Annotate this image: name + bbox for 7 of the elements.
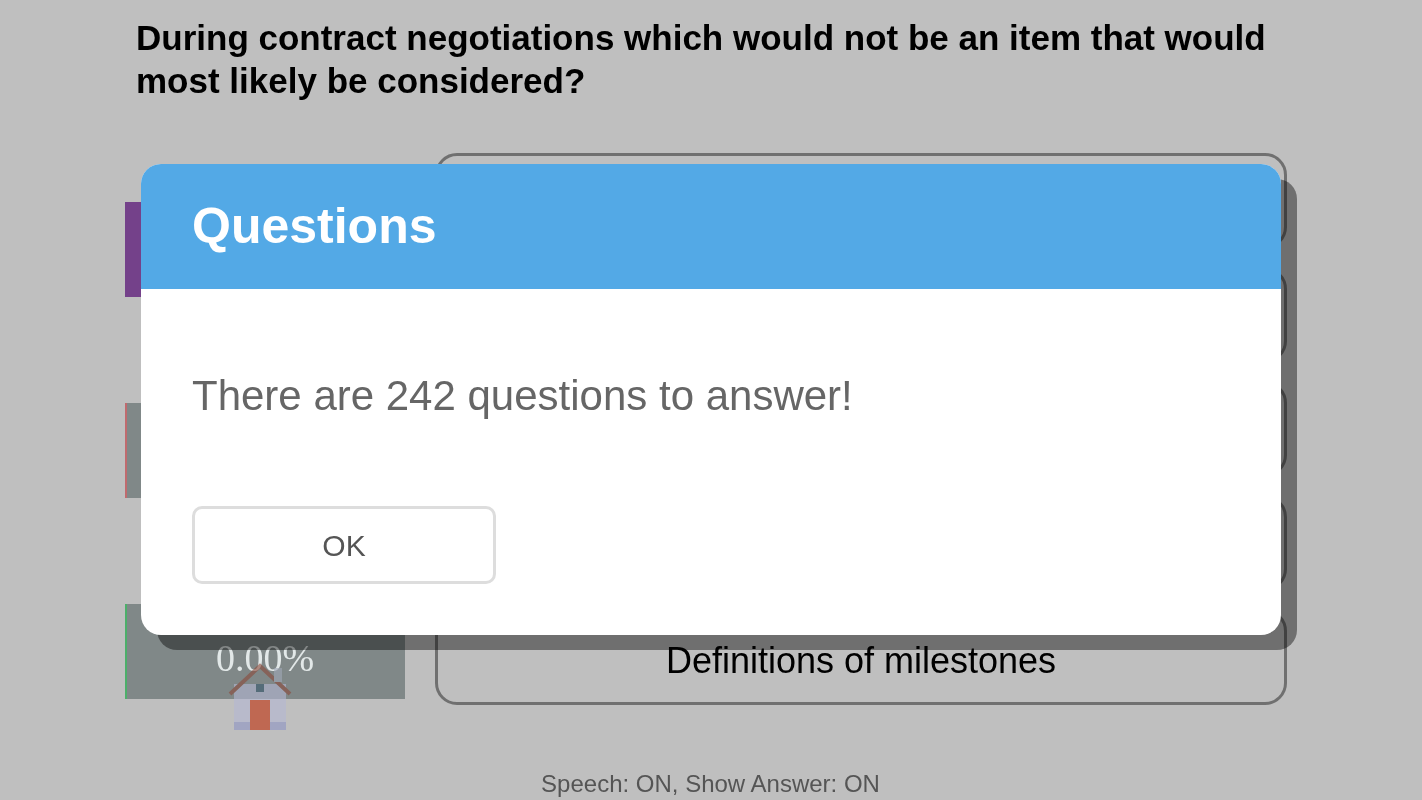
dialog-title: Questions <box>192 197 437 256</box>
answer-text[interactable]: Definitions of milestones <box>665 640 1057 682</box>
question-text: During contract negotiations which would not be an item that would most likely be considered? <box>136 17 1267 102</box>
percent-text: 0.00% <box>215 639 315 677</box>
status-text: Speech: ON, Show Answer: ON <box>541 769 880 799</box>
dialog-message: There are 242 questions to answer! <box>192 372 853 420</box>
ok-button[interactable]: OK <box>192 506 496 584</box>
